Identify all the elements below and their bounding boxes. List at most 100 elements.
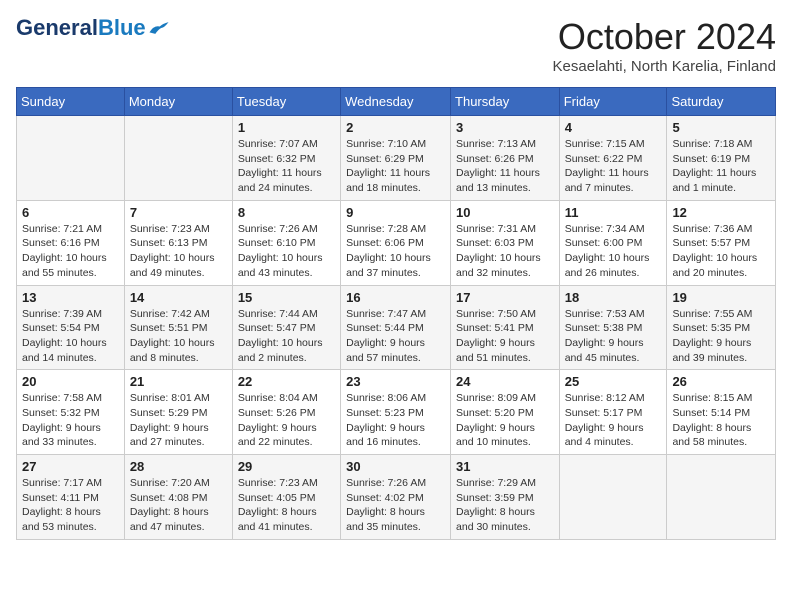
calendar-cell (124, 116, 232, 201)
title-block: October 2024 Kesaelahti, North Karelia, … (553, 16, 776, 75)
day-number: 26 (672, 374, 770, 389)
day-number: 9 (346, 205, 445, 220)
day-info: Sunrise: 8:04 AMSunset: 5:26 PMDaylight:… (238, 391, 335, 450)
day-info: Sunrise: 7:39 AMSunset: 5:54 PMDaylight:… (22, 307, 119, 366)
day-info: Sunrise: 8:12 AMSunset: 5:17 PMDaylight:… (565, 391, 662, 450)
calendar-cell: 25 Sunrise: 8:12 AMSunset: 5:17 PMDayligh… (559, 370, 667, 455)
calendar-cell: 11Sunrise: 7:34 AMSunset: 6:00 PMDayligh… (559, 200, 667, 285)
day-number: 10 (456, 205, 554, 220)
week-row-2: 6 Sunrise: 7:21 AMSunset: 6:16 PMDaylight… (17, 200, 776, 285)
day-number: 7 (130, 205, 227, 220)
calendar-cell (17, 116, 125, 201)
calendar-cell: 27Sunrise: 7:17 AMSunset: 4:11 PMDayligh… (17, 455, 125, 540)
header-cell-friday: Friday (559, 88, 667, 116)
day-info: Sunrise: 8:15 AMSunset: 5:14 PMDaylight:… (672, 391, 770, 450)
day-info: Sunrise: 7:53 AMSunset: 5:38 PMDaylight:… (565, 307, 662, 366)
day-info: Sunrise: 8:09 AMSunset: 5:20 PMDaylight:… (456, 391, 554, 450)
day-info: Sunrise: 7:44 AMSunset: 5:47 PMDaylight:… (238, 307, 335, 366)
day-info: Sunrise: 7:13 AMSunset: 6:26 PMDaylight:… (456, 137, 554, 196)
day-info: Sunrise: 7:34 AMSunset: 6:00 PMDaylight:… (565, 222, 662, 281)
calendar-cell: 29 Sunrise: 7:23 AMSunset: 4:05 PMDayligh… (232, 455, 340, 540)
day-number: 24 (456, 374, 554, 389)
day-info: Sunrise: 7:28 AMSunset: 6:06 PMDaylight:… (346, 222, 445, 281)
day-number: 3 (456, 120, 554, 135)
calendar-cell: 22Sunrise: 8:04 AMSunset: 5:26 PMDayligh… (232, 370, 340, 455)
logo-text: GeneralBlue (16, 16, 146, 40)
day-number: 4 (565, 120, 662, 135)
day-number: 17 (456, 290, 554, 305)
calendar-cell: 24 Sunrise: 8:09 AMSunset: 5:20 PMDayligh… (451, 370, 560, 455)
calendar-cell: 6 Sunrise: 7:21 AMSunset: 6:16 PMDaylight… (17, 200, 125, 285)
day-number: 2 (346, 120, 445, 135)
day-number: 27 (22, 459, 119, 474)
week-row-1: 1Sunrise: 7:07 AMSunset: 6:32 PMDaylight… (17, 116, 776, 201)
day-info: Sunrise: 7:21 AMSunset: 6:16 PMDaylight:… (22, 222, 119, 281)
calendar-cell: 9 Sunrise: 7:28 AMSunset: 6:06 PMDaylight… (341, 200, 451, 285)
calendar-cell: 14 Sunrise: 7:42 AMSunset: 5:51 PMDayligh… (124, 285, 232, 370)
calendar-cell: 4Sunrise: 7:15 AMSunset: 6:22 PMDaylight… (559, 116, 667, 201)
day-number: 29 (238, 459, 335, 474)
day-info: Sunrise: 7:31 AMSunset: 6:03 PMDaylight:… (456, 222, 554, 281)
day-number: 6 (22, 205, 119, 220)
calendar-cell (667, 455, 776, 540)
calendar-body: 1Sunrise: 7:07 AMSunset: 6:32 PMDaylight… (17, 116, 776, 540)
day-info: Sunrise: 7:07 AMSunset: 6:32 PMDaylight:… (238, 137, 335, 196)
day-info: Sunrise: 7:36 AMSunset: 5:57 PMDaylight:… (672, 222, 770, 281)
calendar-cell: 1Sunrise: 7:07 AMSunset: 6:32 PMDaylight… (232, 116, 340, 201)
day-number: 23 (346, 374, 445, 389)
day-number: 25 (565, 374, 662, 389)
day-info: Sunrise: 7:47 AMSunset: 5:44 PMDaylight:… (346, 307, 445, 366)
calendar-cell: 5Sunrise: 7:18 AMSunset: 6:19 PMDaylight… (667, 116, 776, 201)
header-row: SundayMondayTuesdayWednesdayThursdayFrid… (17, 88, 776, 116)
day-info: Sunrise: 7:18 AMSunset: 6:19 PMDaylight:… (672, 137, 770, 196)
day-info: Sunrise: 7:23 AMSunset: 4:05 PMDaylight:… (238, 476, 335, 535)
calendar-cell: 17 Sunrise: 7:50 AMSunset: 5:41 PMDayligh… (451, 285, 560, 370)
day-number: 15 (238, 290, 335, 305)
header-cell-tuesday: Tuesday (232, 88, 340, 116)
header-cell-thursday: Thursday (451, 88, 560, 116)
location: Kesaelahti, North Karelia, Finland (553, 58, 776, 75)
day-info: Sunrise: 8:06 AMSunset: 5:23 PMDaylight:… (346, 391, 445, 450)
calendar-table: SundayMondayTuesdayWednesdayThursdayFrid… (16, 87, 776, 540)
day-number: 8 (238, 205, 335, 220)
day-number: 31 (456, 459, 554, 474)
day-info: Sunrise: 7:42 AMSunset: 5:51 PMDaylight:… (130, 307, 227, 366)
week-row-3: 13 Sunrise: 7:39 AMSunset: 5:54 PMDayligh… (17, 285, 776, 370)
header-cell-monday: Monday (124, 88, 232, 116)
day-info: Sunrise: 7:50 AMSunset: 5:41 PMDaylight:… (456, 307, 554, 366)
month-title: October 2024 (553, 16, 776, 58)
logo-general: General (16, 15, 98, 40)
day-number: 12 (672, 205, 770, 220)
calendar-header: SundayMondayTuesdayWednesdayThursdayFrid… (17, 88, 776, 116)
day-number: 16 (346, 290, 445, 305)
calendar-cell: 26 Sunrise: 8:15 AMSunset: 5:14 PMDayligh… (667, 370, 776, 455)
day-number: 20 (22, 374, 119, 389)
day-number: 30 (346, 459, 445, 474)
day-number: 13 (22, 290, 119, 305)
calendar-cell: 3 Sunrise: 7:13 AMSunset: 6:26 PMDaylight… (451, 116, 560, 201)
day-number: 14 (130, 290, 227, 305)
header-cell-sunday: Sunday (17, 88, 125, 116)
day-info: Sunrise: 7:58 AMSunset: 5:32 PMDaylight:… (22, 391, 119, 450)
calendar-cell: 18Sunrise: 7:53 AMSunset: 5:38 PMDayligh… (559, 285, 667, 370)
calendar-cell: 7 Sunrise: 7:23 AMSunset: 6:13 PMDaylight… (124, 200, 232, 285)
calendar-cell: 19Sunrise: 7:55 AMSunset: 5:35 PMDayligh… (667, 285, 776, 370)
logo-blue: Blue (98, 15, 146, 40)
week-row-5: 27Sunrise: 7:17 AMSunset: 4:11 PMDayligh… (17, 455, 776, 540)
calendar-cell: 12 Sunrise: 7:36 AMSunset: 5:57 PMDayligh… (667, 200, 776, 285)
day-info: Sunrise: 7:20 AMSunset: 4:08 PMDaylight:… (130, 476, 227, 535)
calendar-cell: 28Sunrise: 7:20 AMSunset: 4:08 PMDayligh… (124, 455, 232, 540)
calendar-cell: 30Sunrise: 7:26 AMSunset: 4:02 PMDayligh… (341, 455, 451, 540)
day-info: Sunrise: 7:29 AMSunset: 3:59 PMDaylight:… (456, 476, 554, 535)
calendar-cell (559, 455, 667, 540)
day-info: Sunrise: 7:10 AMSunset: 6:29 PMDaylight:… (346, 137, 445, 196)
day-number: 19 (672, 290, 770, 305)
day-info: Sunrise: 7:26 AMSunset: 6:10 PMDaylight:… (238, 222, 335, 281)
header-cell-wednesday: Wednesday (341, 88, 451, 116)
logo-bird-icon (148, 19, 170, 37)
calendar-cell: 15 Sunrise: 7:44 AMSunset: 5:47 PMDayligh… (232, 285, 340, 370)
calendar-cell: 31 Sunrise: 7:29 AMSunset: 3:59 PMDayligh… (451, 455, 560, 540)
day-info: Sunrise: 8:01 AMSunset: 5:29 PMDaylight:… (130, 391, 227, 450)
calendar-cell: 16 Sunrise: 7:47 AMSunset: 5:44 PMDayligh… (341, 285, 451, 370)
day-info: Sunrise: 7:23 AMSunset: 6:13 PMDaylight:… (130, 222, 227, 281)
